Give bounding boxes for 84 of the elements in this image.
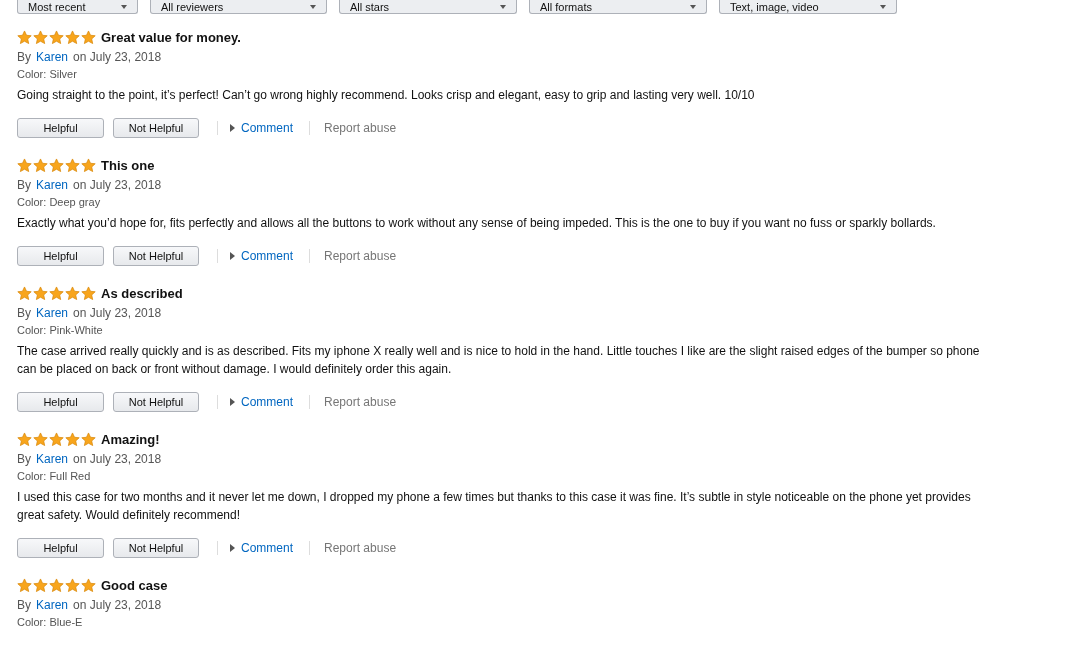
not-helpful-button[interactable]: Not Helpful <box>113 118 199 138</box>
star-icon <box>65 578 80 594</box>
star-icon <box>49 432 64 448</box>
variant-label: Color: Full Red <box>17 468 92 484</box>
filter-dropdown[interactable]: All formats <box>529 0 707 14</box>
star-icon <box>33 158 48 174</box>
star-icon <box>49 578 64 594</box>
star-icon <box>33 286 48 302</box>
not-helpful-button[interactable]: Not Helpful <box>113 246 199 266</box>
caret-down-icon <box>500 4 506 9</box>
filter-dropdown[interactable]: Text, image, video <box>719 0 897 14</box>
star-icon <box>65 158 80 174</box>
review-title: Great value for money. <box>101 29 241 47</box>
variant-label: Color: Silver <box>17 66 78 82</box>
review-date: on July 23, 2018 <box>73 451 162 467</box>
star-icon <box>33 578 48 594</box>
star-icon <box>81 158 96 174</box>
by-label: By <box>17 49 31 65</box>
star-icon <box>17 432 32 448</box>
helpful-button[interactable]: Helpful <box>17 118 104 138</box>
comment-link[interactable]: Comment <box>241 119 293 137</box>
caret-down-icon <box>690 4 696 9</box>
comment-link[interactable]: Comment <box>241 247 293 265</box>
star-icon <box>81 286 96 302</box>
star-icon <box>81 432 96 448</box>
filter-dropdown[interactable]: Most recent <box>17 0 138 14</box>
helpful-button[interactable]: Helpful <box>17 392 104 412</box>
caret-icon <box>230 544 235 552</box>
review-text: Going straight to the point, it’s perfect! Can’t go wrong highly recommend. Looks crisp and elegant, easy to grip and lasting very well. 10/10 <box>17 87 756 104</box>
helpful-button[interactable]: Helpful <box>17 538 104 558</box>
not-helpful-button[interactable]: Not Helpful <box>113 538 199 558</box>
review-text: Exactly what you’d hope for, fits perfectly and allows all the buttons to work without any sense of being impeded. This is the one to buy if you want no fuss or sparkly bollards. <box>17 215 937 232</box>
star-icon <box>65 30 80 46</box>
star-icon <box>81 578 96 594</box>
star-icon <box>49 30 64 46</box>
star-icon <box>33 432 48 448</box>
star-icon <box>49 158 64 174</box>
review-text: I used this case for two months and it never let me down, I dropped my phone a few times but thanks to this case it was fine. It’s subtle in style noticeable on the phone yet provides great safety. Would definitely recommend! <box>17 489 972 524</box>
review-title: Good case <box>101 577 168 595</box>
star-icon <box>17 286 32 302</box>
star-icon <box>17 30 32 46</box>
caret-down-icon <box>310 4 316 9</box>
report-abuse-link[interactable]: Report abuse <box>324 247 397 265</box>
star-icon <box>17 158 32 174</box>
report-abuse-link[interactable]: Report abuse <box>324 393 397 411</box>
review-date: on July 23, 2018 <box>73 305 162 321</box>
review-date: on July 23, 2018 <box>73 49 162 65</box>
star-icon <box>33 30 48 46</box>
author-link[interactable]: Karen <box>36 49 69 65</box>
variant-label: Color: Blue-E <box>17 614 84 630</box>
filter-dropdown[interactable]: All stars <box>339 0 517 14</box>
review-title: This one <box>101 157 155 175</box>
caret-down-icon <box>121 4 127 9</box>
filter-dropdown[interactable]: All reviewers <box>150 0 327 14</box>
star-icon <box>65 432 80 448</box>
caret-down-icon <box>880 4 886 9</box>
caret-icon <box>230 398 235 406</box>
by-label: By <box>17 305 31 321</box>
by-label: By <box>17 451 31 467</box>
comment-link[interactable]: Comment <box>241 393 293 411</box>
star-icon <box>65 286 80 302</box>
caret-icon <box>230 252 235 260</box>
variant-label: Color: Deep gray <box>17 194 102 210</box>
caret-icon <box>230 124 235 132</box>
star-icon <box>81 30 96 46</box>
by-label: By <box>17 597 31 613</box>
variant-label: Color: Pink-White <box>17 322 104 338</box>
report-abuse-link[interactable]: Report abuse <box>324 119 397 137</box>
review-title: As described <box>101 285 183 303</box>
author-link[interactable]: Karen <box>36 597 69 613</box>
review-text: The case arrived really quickly and is as described. Fits my iphone X really well and is nice to hold in the hand. Little touches I like are the slight raised edges of the bumper so phone can be placed on back or front without damage. I would definitely order this again. <box>17 343 981 378</box>
author-link[interactable]: Karen <box>36 305 69 321</box>
not-helpful-button[interactable]: Not Helpful <box>113 392 199 412</box>
star-icon <box>49 286 64 302</box>
author-link[interactable]: Karen <box>36 451 69 467</box>
review-date: on July 23, 2018 <box>73 177 162 193</box>
comment-link[interactable]: Comment <box>241 539 293 557</box>
review-title: Amazing! <box>101 431 160 449</box>
author-link[interactable]: Karen <box>36 177 69 193</box>
report-abuse-link[interactable]: Report abuse <box>324 539 397 557</box>
by-label: By <box>17 177 31 193</box>
star-icon <box>17 578 32 594</box>
helpful-button[interactable]: Helpful <box>17 246 104 266</box>
review-date: on July 23, 2018 <box>73 597 162 613</box>
